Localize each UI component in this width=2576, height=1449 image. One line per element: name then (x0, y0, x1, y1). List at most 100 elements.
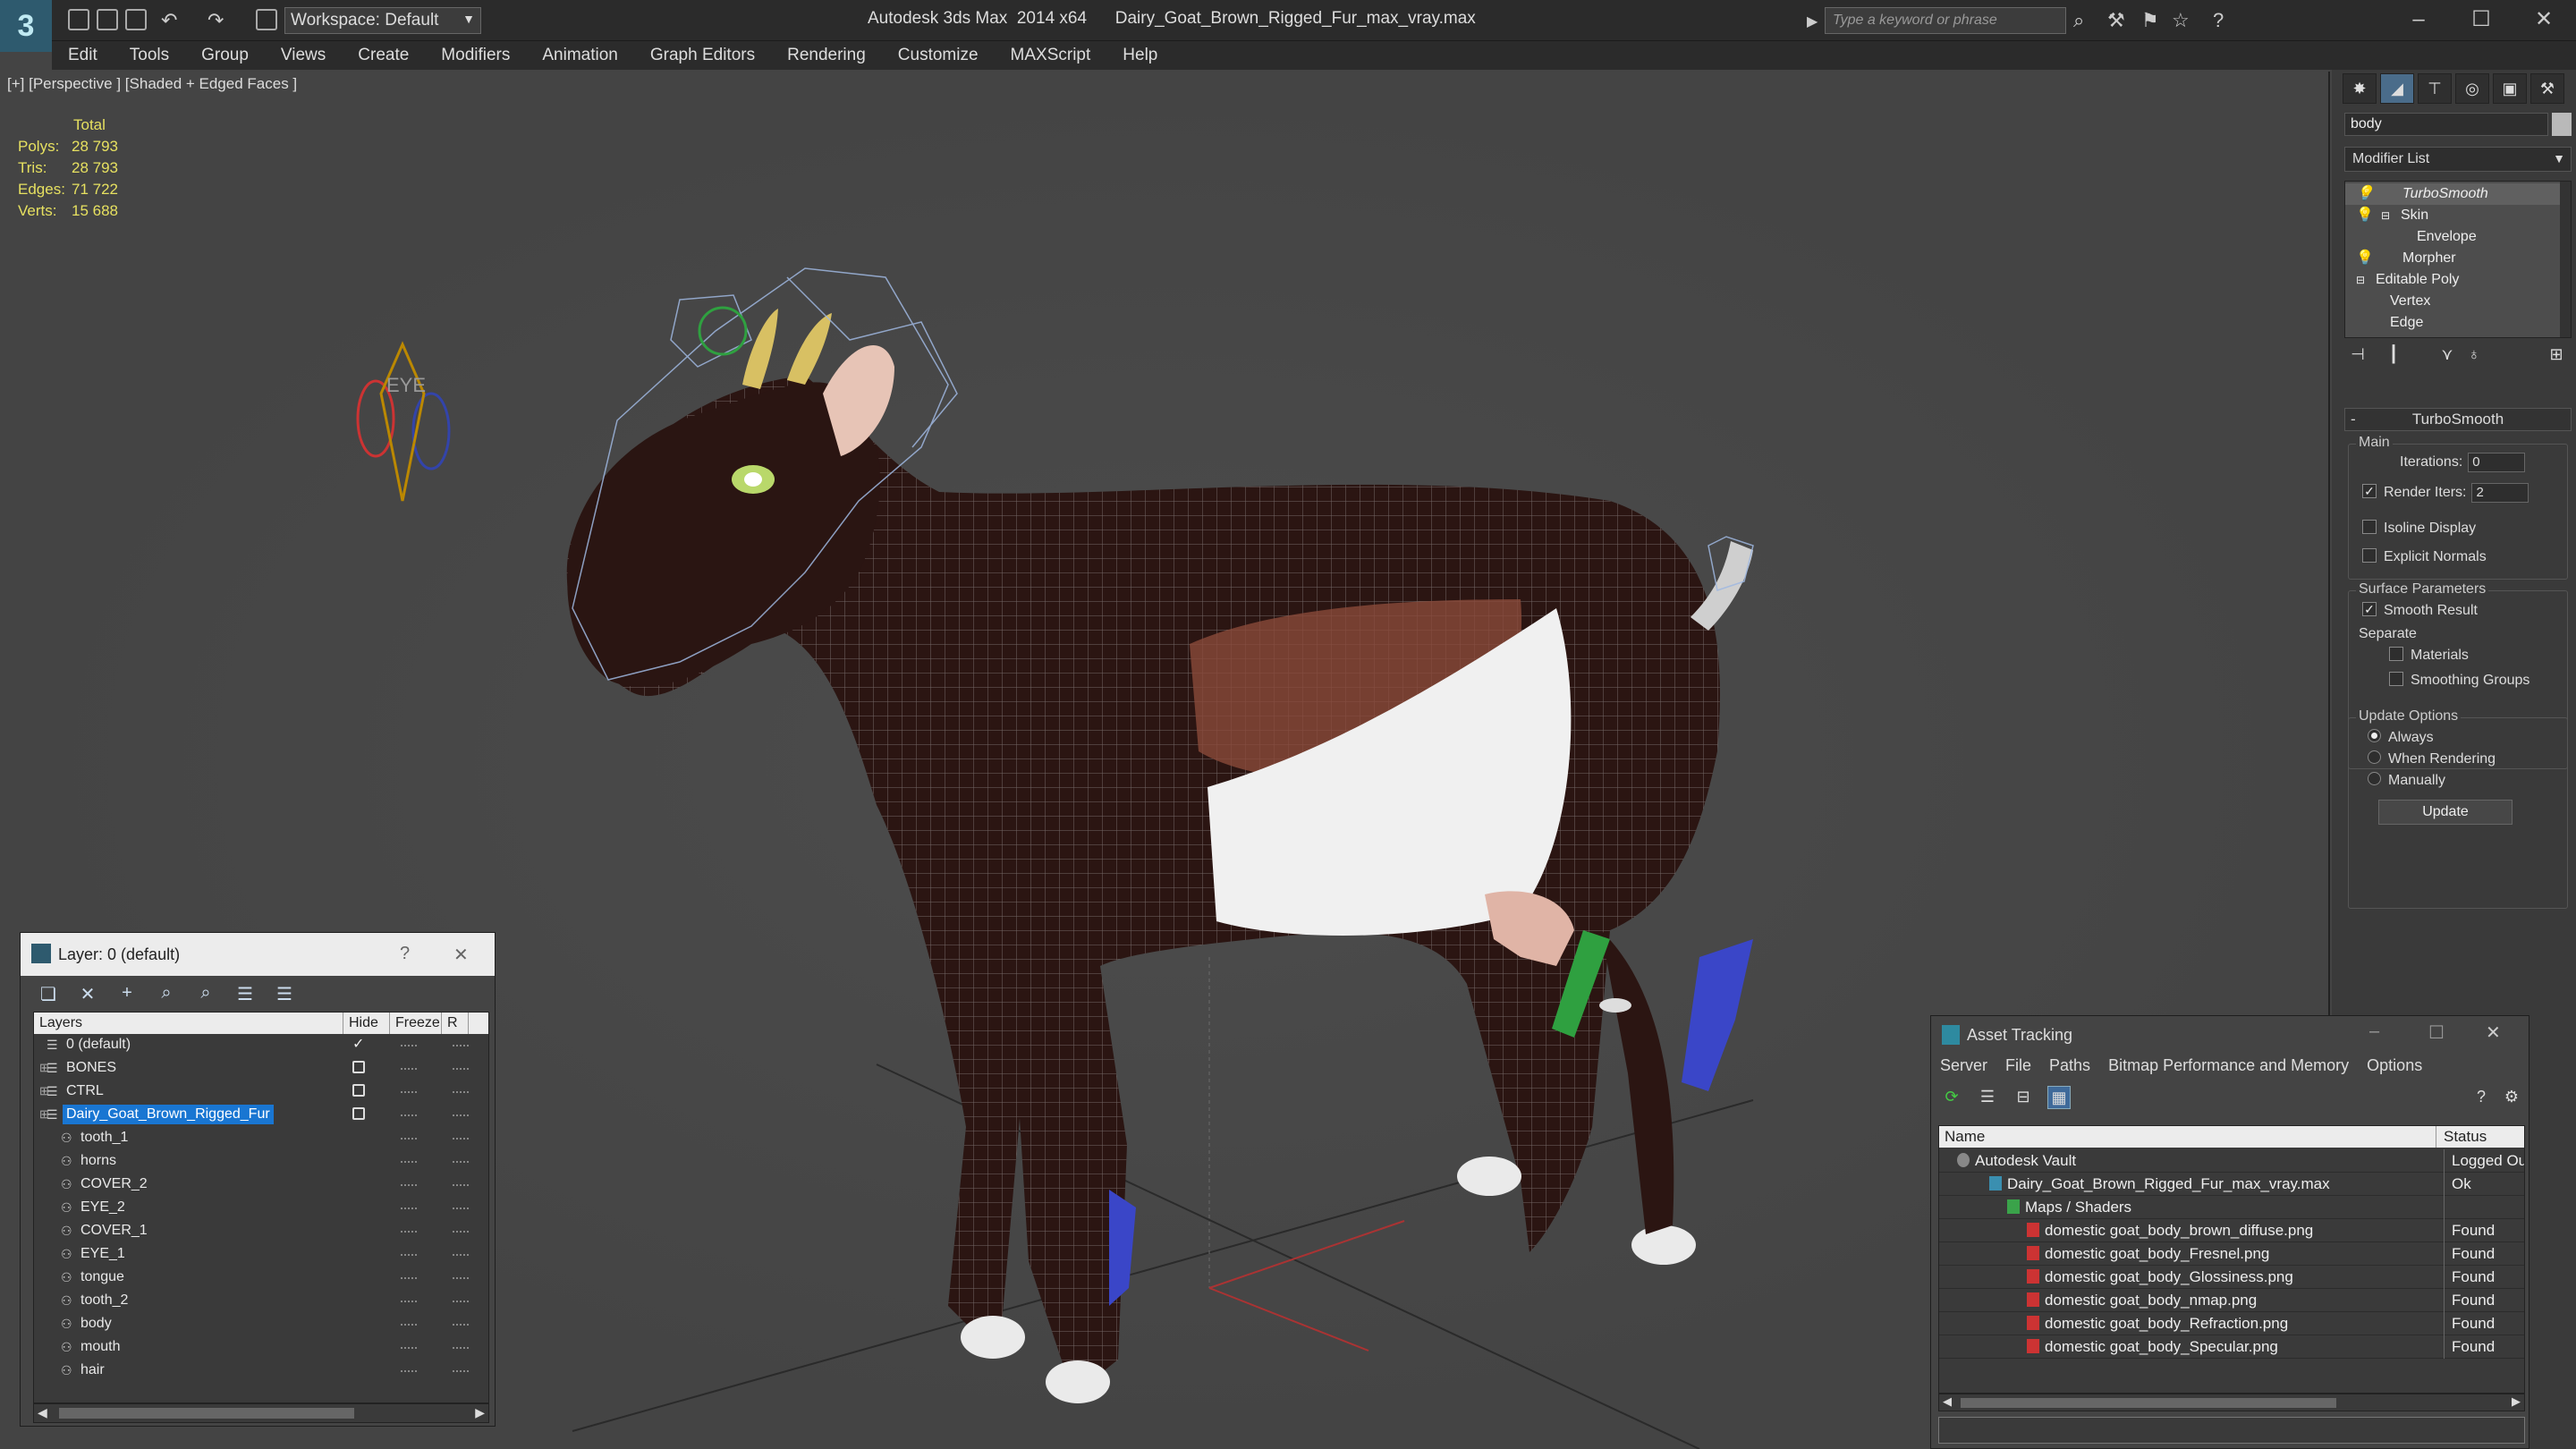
undo-icon[interactable]: ↶ (161, 9, 177, 32)
col-render[interactable]: R (442, 1013, 469, 1034)
layer-horizontal-scrollbar[interactable]: ◀ ▶ (33, 1403, 489, 1423)
isoline-display-checkbox[interactable] (2362, 519, 2377, 534)
freeze-toggle[interactable] (453, 1161, 469, 1163)
asset-status-field[interactable] (1938, 1417, 2525, 1444)
menu-modifiers[interactable]: Modifiers (425, 46, 526, 65)
hide-inherit-toggle[interactable] (401, 1114, 417, 1116)
modifier-list-dropdown[interactable]: Modifier List ▼ (2344, 147, 2572, 172)
menu-maxscript[interactable]: MAXScript (995, 46, 1107, 65)
scroll-right-icon[interactable]: ▶ (2512, 1394, 2521, 1409)
workspace-dropdown[interactable]: Workspace: Default ▼ (284, 7, 481, 34)
update-button[interactable]: Update (2378, 800, 2512, 825)
asset-row[interactable]: domestic goat_body_Refraction.png Found (1939, 1312, 2524, 1335)
stack-item-envelope[interactable]: Envelope (2345, 226, 2560, 248)
layer-row[interactable]: ☰ 0 (default) ✓ (34, 1034, 488, 1055)
smooth-result-checkbox[interactable]: ✓ (2362, 601, 2377, 616)
tree-view-icon[interactable]: ⊟ (2012, 1086, 2035, 1109)
stack-item-vertex[interactable]: Vertex (2345, 291, 2560, 312)
menu-views[interactable]: Views (265, 46, 342, 65)
layer-row[interactable]: ⊞ ☰ BONES (34, 1057, 488, 1079)
viewport-label[interactable]: [+] [Perspective ] [Shaded + Edged Faces… (7, 75, 297, 93)
iterations-spinner[interactable]: 0 (2468, 453, 2526, 472)
freeze-toggle[interactable] (453, 1254, 469, 1256)
close-icon[interactable]: ✕ (2486, 1021, 2501, 1044)
asset-row[interactable]: Autodesk Vault Logged Out (1939, 1149, 2524, 1173)
hide-inherit-toggle[interactable] (401, 1277, 417, 1279)
delete-layer-icon[interactable]: ✕ (76, 983, 99, 1004)
help-icon[interactable]: ? (400, 944, 410, 964)
asset-row[interactable]: domestic goat_body_nmap.png Found (1939, 1289, 2524, 1312)
col-status[interactable]: Status (2438, 1126, 2487, 1148)
stack-item-skin[interactable]: 💡 ⊟ Skin (2345, 205, 2560, 226)
asset-menu-paths[interactable]: Paths (2040, 1056, 2099, 1075)
refresh-icon[interactable]: ⟳ (1940, 1086, 1963, 1109)
maximize-icon[interactable]: ☐ (2454, 4, 2508, 36)
freeze-toggle[interactable] (453, 1208, 469, 1209)
binoculars-icon[interactable]: ⌕ (2073, 9, 2084, 32)
stack-item-turbosmooth[interactable]: 💡 TurboSmooth (2345, 183, 2560, 205)
layer-row[interactable]: ⚇ hair (34, 1360, 488, 1381)
close-icon[interactable]: ✕ (2517, 4, 2571, 36)
render-iters-checkbox[interactable]: ✓ (2362, 484, 2377, 498)
app-logo-icon[interactable]: 3 (0, 0, 52, 52)
hide-inherit-toggle[interactable] (401, 1301, 417, 1302)
layer-row[interactable]: ⚇ COVER_1 (34, 1220, 488, 1241)
freeze-toggle[interactable] (453, 1068, 469, 1070)
stack-item-edge[interactable]: Edge (2345, 312, 2560, 334)
menu-edit[interactable]: Edit (52, 46, 114, 65)
layer-row[interactable]: ⊞ ☰ Dairy_Goat_Brown_Rigged_Fur (34, 1104, 488, 1125)
turbosmooth-rollout-header[interactable]: - TurboSmooth (2344, 408, 2572, 431)
hide-toggle[interactable] (352, 1084, 365, 1097)
menu-create[interactable]: Create (342, 46, 425, 65)
object-name-field[interactable]: body (2344, 113, 2548, 136)
freeze-toggle[interactable] (453, 1277, 469, 1279)
table-view-icon[interactable]: ▦ (2047, 1086, 2071, 1109)
stack-item-editable-poly[interactable]: ⊟ Editable Poly (2345, 269, 2560, 291)
freeze-all-layers-icon[interactable]: ☰ (273, 983, 296, 1004)
render-iters-spinner[interactable]: 2 (2471, 483, 2529, 503)
layer-row[interactable]: ⚇ EYE_2 (34, 1197, 488, 1218)
manually-radio[interactable] (2368, 772, 2381, 786)
scroll-thumb[interactable] (1961, 1398, 2336, 1408)
hide-inherit-toggle[interactable] (401, 1347, 417, 1349)
close-icon[interactable]: ✕ (453, 944, 469, 966)
col-name[interactable]: Name (1939, 1126, 2436, 1148)
col-hide[interactable]: Hide (343, 1013, 390, 1034)
hide-inherit-toggle[interactable] (401, 1138, 417, 1140)
favorites-star-icon[interactable]: ☆ (2172, 9, 2190, 32)
hide-inherit-toggle[interactable] (401, 1045, 417, 1046)
explicit-normals-checkbox[interactable] (2362, 547, 2377, 563)
layer-row[interactable]: ⚇ tongue (34, 1267, 488, 1288)
help-icon[interactable]: ? (2470, 1086, 2493, 1109)
motion-tab-icon[interactable]: ◎ (2455, 73, 2489, 104)
hierarchy-tab-icon[interactable]: ⊤ (2418, 73, 2452, 104)
hide-toggle[interactable] (352, 1107, 365, 1120)
smoothing-groups-checkbox[interactable] (2389, 671, 2403, 686)
always-radio[interactable] (2368, 729, 2381, 743)
asset-row[interactable]: Dairy_Goat_Brown_Rigged_Fur_max_vray.max… (1939, 1173, 2524, 1196)
asset-row[interactable]: domestic goat_body_brown_diffuse.png Foun… (1939, 1219, 2524, 1242)
asset-dialog-titlebar[interactable]: Asset Tracking – ☐ ✕ (1931, 1016, 2529, 1052)
stack-item-morpher[interactable]: 💡 Morpher (2345, 248, 2560, 269)
hide-inherit-toggle[interactable] (401, 1231, 417, 1233)
scroll-left-icon[interactable]: ◀ (38, 1405, 47, 1420)
freeze-toggle[interactable] (453, 1045, 469, 1046)
col-freeze[interactable]: Freeze (390, 1013, 442, 1034)
manually-option[interactable]: Manually (2368, 772, 2445, 789)
freeze-toggle[interactable] (453, 1301, 469, 1302)
project-folder-icon[interactable] (256, 9, 277, 30)
collapse-icon[interactable]: ⊟ (2381, 205, 2390, 226)
hide-inherit-toggle[interactable] (401, 1254, 417, 1256)
asset-menu-file[interactable]: File (1996, 1056, 2040, 1075)
layer-row[interactable]: ⚇ horns (34, 1150, 488, 1172)
col-layers[interactable]: Layers (34, 1013, 343, 1034)
when-rendering-option[interactable]: When Rendering (2368, 750, 2496, 767)
menu-tools[interactable]: Tools (114, 46, 185, 65)
stack-scrollbar[interactable] (2560, 182, 2571, 337)
minimize-icon[interactable]: – (2369, 1021, 2379, 1042)
minimize-icon[interactable]: – (2392, 4, 2445, 36)
list-view-icon[interactable]: ☰ (1976, 1086, 1999, 1109)
freeze-toggle[interactable] (453, 1138, 469, 1140)
create-tab-icon[interactable]: ✸ (2343, 73, 2377, 104)
freeze-toggle[interactable] (453, 1231, 469, 1233)
